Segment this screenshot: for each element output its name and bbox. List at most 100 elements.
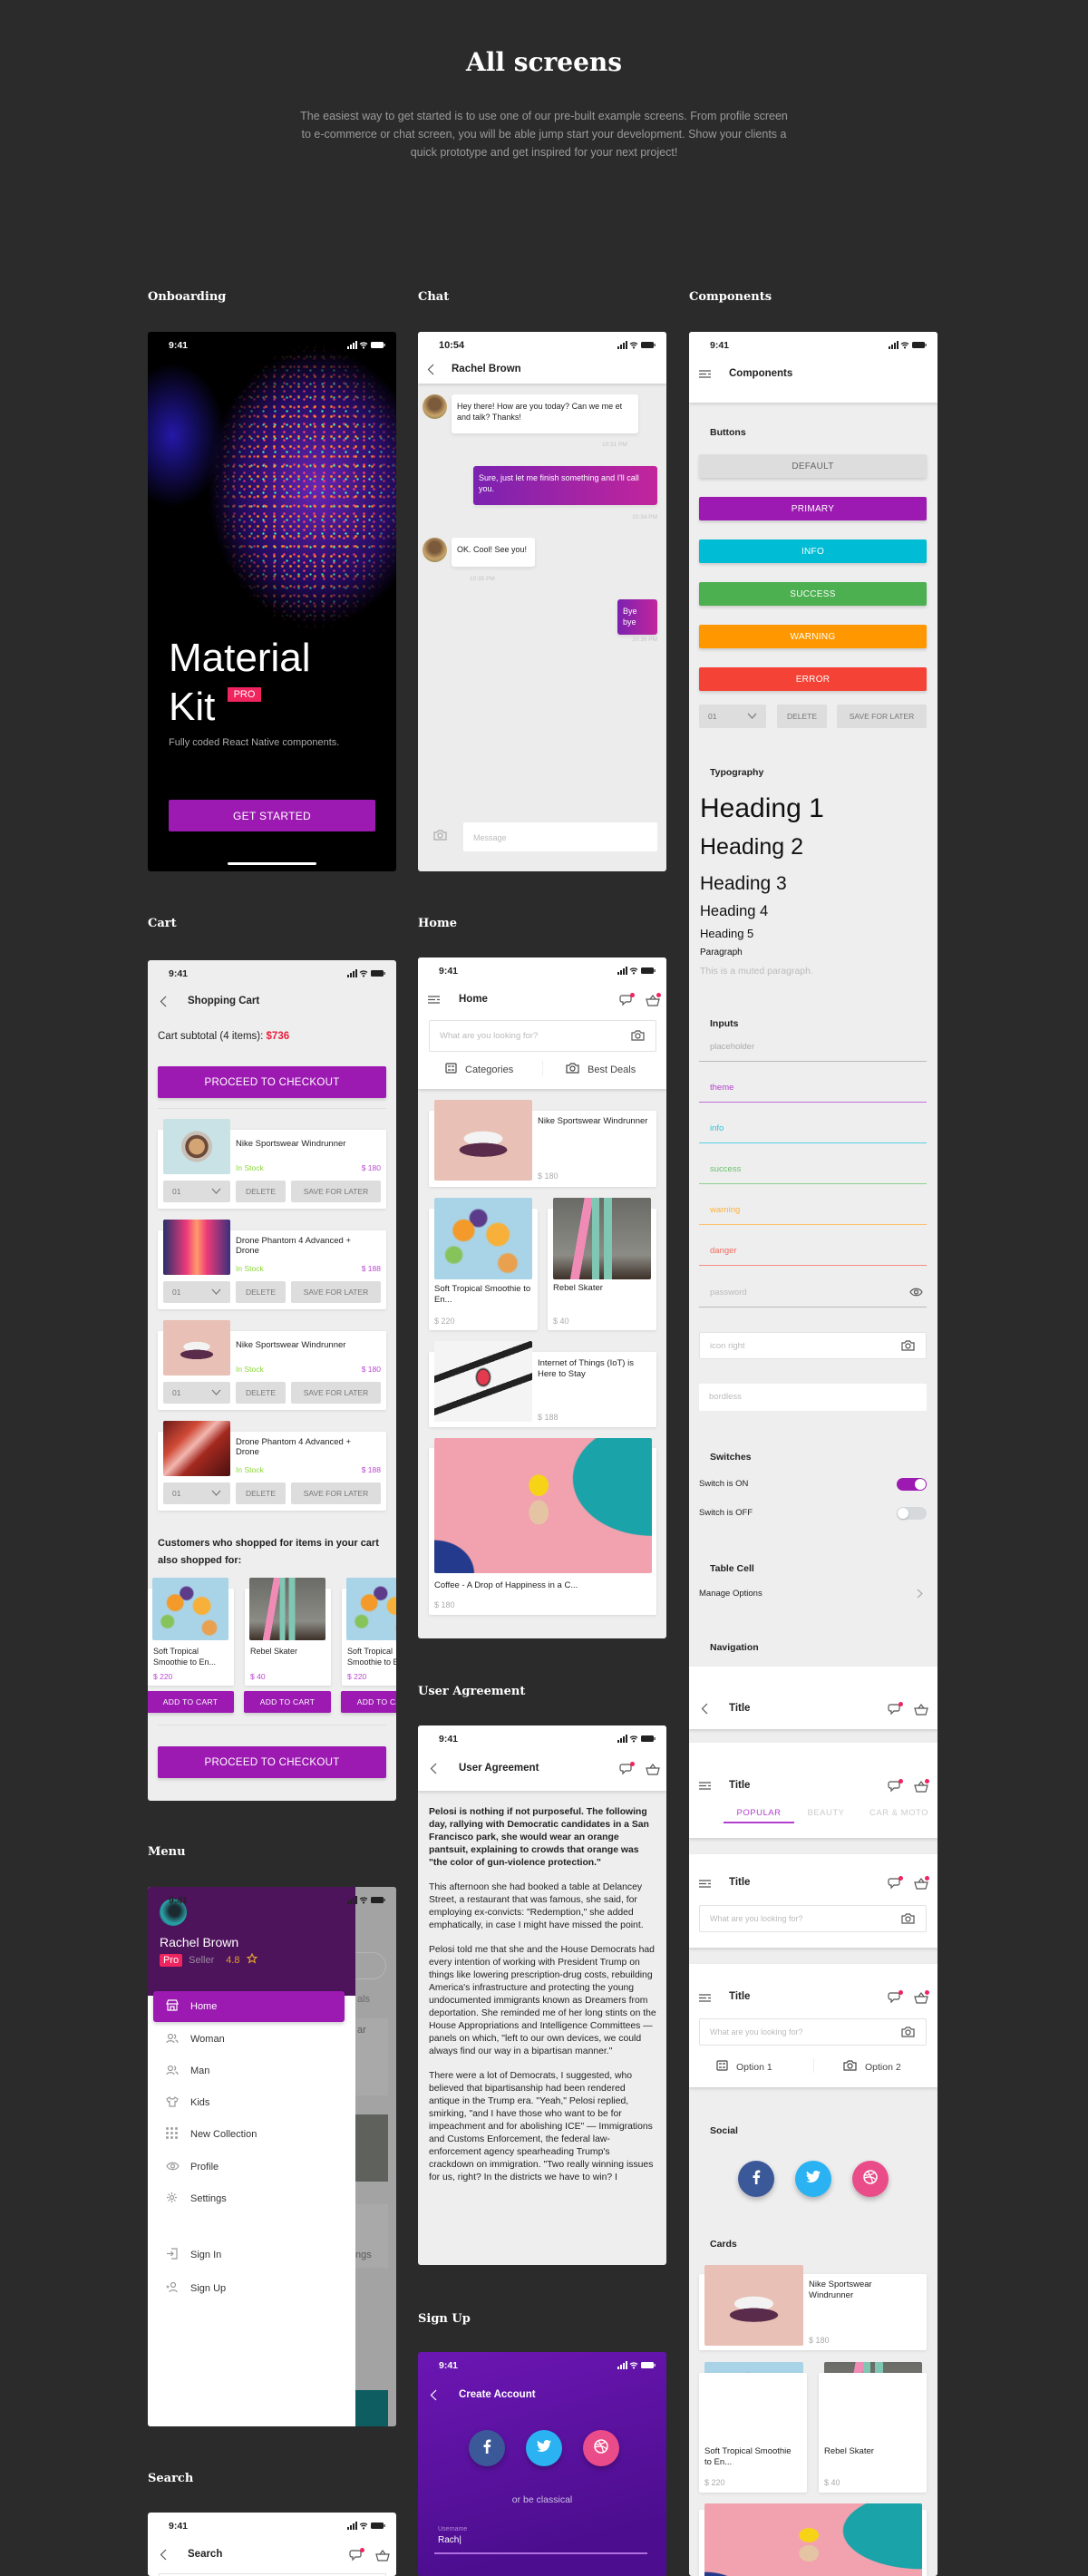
manage-options-cell[interactable]: Manage Options [699,1587,927,1601]
warning-input[interactable]: warning [689,1198,937,1227]
menu-item-kids[interactable]: Kids [153,2087,345,2118]
switch-on-toggle[interactable] [897,1478,927,1491]
icon-right-input[interactable]: icon right [699,1332,927,1359]
menu-item-new-collection[interactable]: New Collection [153,2119,345,2150]
password-input[interactable]: password [689,1279,937,1308]
username-input[interactable]: Username Rach| [434,2526,647,2555]
info-input[interactable]: info [689,1116,937,1145]
camera-icon [566,1063,579,1076]
quantity-select[interactable]: 01 [163,1281,230,1303]
eye-icon[interactable] [909,1288,923,1297]
tab-categories[interactable]: Categories [445,1063,513,1076]
tab-beauty[interactable]: BEAUTY [800,1808,852,1818]
info-button[interactable]: INFO [699,540,927,563]
quantity-select[interactable]: 01 [163,1181,230,1202]
quantity-select[interactable]: 01 [163,1382,230,1404]
menu-icon[interactable] [699,1994,711,2002]
chat-icon[interactable] [888,1702,903,1720]
back-icon[interactable] [427,364,434,375]
search-input[interactable]: What are you looking for? [699,1905,927,1932]
dribbble-button[interactable] [583,2430,619,2466]
tab-car-moto[interactable]: CAR & MOTO [869,1808,928,1818]
save-for-later-button[interactable]: SAVE FOR LATER [291,1482,381,1504]
facebook-button[interactable] [738,2161,774,2197]
delete-button[interactable]: DELETE [777,705,827,728]
proceed-to-checkout-button[interactable]: PROCEED TO CHECKOUT [158,1066,386,1098]
twitter-button[interactable] [526,2430,562,2466]
placeholder-input[interactable]: placeholder [689,1035,937,1064]
quantity-select[interactable]: 01 [163,1482,230,1504]
back-icon[interactable] [430,1763,437,1774]
basket-icon[interactable] [375,2549,390,2561]
camera-icon[interactable] [631,1030,645,1041]
chat-icon[interactable] [888,1876,903,1894]
option-1-tab[interactable]: Option 1 [716,2060,772,2074]
default-button[interactable]: DEFAULT [699,454,927,478]
menu-item-man[interactable]: Man [153,2056,345,2086]
borderless-input[interactable]: bordless [699,1384,927,1411]
search-input[interactable]: What are you looking for? [429,1020,656,1052]
menu-icon[interactable] [428,996,440,1004]
delete-button[interactable]: DELETE [236,1382,286,1404]
chat-icon[interactable] [619,1762,635,1780]
menu-item-settings[interactable]: Settings [153,2183,345,2214]
product-card[interactable]: Soft Tropical Smoothie to En... $ 220 [699,2373,807,2493]
switch-off-toggle[interactable] [897,1507,927,1520]
camera-icon[interactable] [433,830,447,841]
basket-icon[interactable] [914,1703,928,1716]
menu-item-home[interactable]: Home [153,1991,345,2022]
delete-button[interactable]: DELETE [236,1181,286,1202]
add-to-cart-button[interactable]: ADD TO CART [148,1691,234,1713]
camera-icon[interactable] [901,1913,915,1924]
facebook-button[interactable] [469,2430,505,2466]
menu-item-sign-in[interactable]: Sign In [153,2240,345,2270]
chat-icon[interactable] [619,993,635,1011]
tab-best-deals[interactable]: Best Deals [566,1063,636,1076]
back-icon[interactable] [160,2549,167,2561]
danger-input[interactable]: danger [689,1239,937,1268]
search-input[interactable]: What are you looking for? [699,2018,927,2046]
basket-icon[interactable] [914,1876,929,1894]
get-started-button[interactable]: GET STARTED [169,800,375,831]
proceed-to-checkout-button-bottom[interactable]: PROCEED TO CHECKOUT [158,1746,386,1778]
back-icon[interactable] [160,996,167,1007]
save-for-later-button[interactable]: SAVE FOR LATER [291,1382,381,1404]
chat-icon[interactable] [349,2548,364,2566]
tab-popular[interactable]: POPULAR [724,1808,794,1818]
save-for-later-button[interactable]: SAVE FOR LATER [291,1181,381,1202]
quantity-select[interactable]: 01 [699,705,766,728]
basket-icon[interactable] [646,993,661,1011]
message-input[interactable]: Message [463,822,657,851]
delete-button[interactable]: DELETE [236,1482,286,1504]
menu-item-profile[interactable]: Profile [153,2152,345,2182]
theme-input[interactable]: theme [689,1075,937,1104]
chat-icon[interactable] [888,1990,903,2008]
primary-button[interactable]: PRIMARY [699,497,927,520]
back-icon[interactable] [701,1703,708,1715]
add-to-cart-button[interactable]: ADD TO CART [341,1691,396,1713]
success-button[interactable]: SUCCESS [699,582,927,606]
add-to-cart-button[interactable]: ADD TO CART [244,1691,331,1713]
menu-icon[interactable] [699,1880,711,1888]
product-card[interactable]: Rebel Skater $ 40 [819,2373,927,2493]
twitter-button[interactable] [795,2161,831,2197]
save-for-later-button[interactable]: SAVE FOR LATER [837,705,927,728]
menu-item-woman[interactable]: Woman [153,2024,345,2055]
warning-button[interactable]: WARNING [699,625,927,648]
camera-icon[interactable] [901,2027,915,2037]
dribbble-button[interactable] [852,2161,889,2197]
menu-icon[interactable] [699,370,711,378]
basket-icon[interactable] [914,1990,929,2008]
success-input[interactable]: success [689,1157,937,1186]
camera-icon[interactable] [901,1340,915,1351]
basket-icon[interactable] [914,1779,929,1797]
back-icon[interactable] [430,2389,437,2401]
option-2-tab[interactable]: Option 2 [843,2060,901,2074]
error-button[interactable]: ERROR [699,667,927,691]
basket-icon[interactable] [646,1763,660,1775]
delete-button[interactable]: DELETE [236,1281,286,1303]
chat-icon[interactable] [888,1779,903,1797]
menu-icon[interactable] [699,1782,711,1790]
save-for-later-button[interactable]: SAVE FOR LATER [291,1281,381,1303]
menu-item-sign-up[interactable]: Sign Up [153,2273,345,2304]
